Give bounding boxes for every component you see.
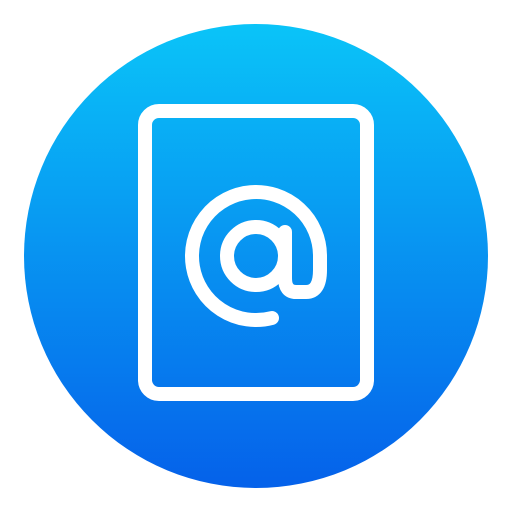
- email-document-icon: [24, 24, 488, 488]
- icon-canvas: [0, 0, 512, 512]
- circle-background: [24, 24, 488, 488]
